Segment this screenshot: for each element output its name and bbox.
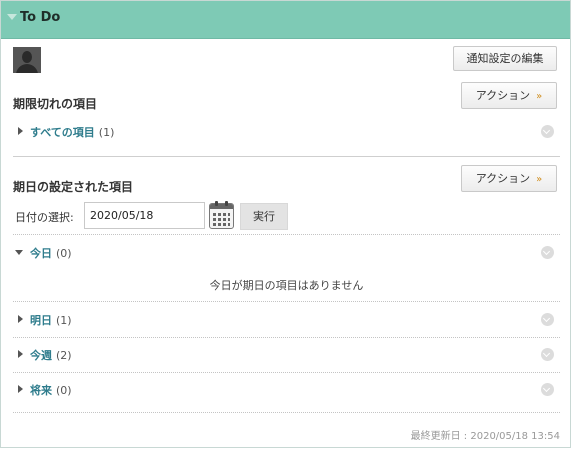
date-select-label: 日付の選択: bbox=[15, 211, 74, 224]
group-future-link[interactable]: 将来 (0) bbox=[30, 382, 72, 398]
due-section-title: 期日の設定された項目 bbox=[13, 180, 134, 194]
date-input[interactable] bbox=[84, 202, 205, 229]
group-tomorrow-count: (1) bbox=[56, 314, 72, 327]
overdue-action-button[interactable]: アクション » bbox=[461, 82, 557, 109]
caret-right-icon[interactable] bbox=[18, 385, 23, 393]
group-this-week-count: (2) bbox=[56, 349, 72, 362]
action-button-label: アクション bbox=[475, 172, 531, 185]
caret-down-icon[interactable] bbox=[15, 250, 23, 255]
execute-button[interactable]: 実行 bbox=[240, 203, 288, 230]
chevron-down-double-icon: » bbox=[536, 174, 543, 185]
circle-chevron-icon[interactable] bbox=[541, 383, 554, 396]
group-this-week-row[interactable]: 今週 (2) bbox=[13, 339, 560, 369]
last-updated: 最終更新日 : 2020/05/18 13:54 bbox=[410, 431, 560, 442]
caret-right-icon[interactable] bbox=[18, 315, 23, 323]
module-title: To Do bbox=[20, 10, 61, 25]
edit-notification-settings-button[interactable]: 通知設定の編集 bbox=[453, 46, 557, 71]
divider bbox=[13, 301, 560, 302]
caret-right-icon[interactable] bbox=[18, 350, 23, 358]
group-today-row[interactable]: 今日 (0) bbox=[13, 237, 560, 267]
circle-chevron-icon[interactable] bbox=[541, 348, 554, 361]
all-items-count: (1) bbox=[98, 126, 115, 139]
group-today-count: (0) bbox=[56, 247, 72, 260]
divider bbox=[13, 412, 560, 413]
all-items-row[interactable]: すべての項目 (1) bbox=[13, 116, 560, 146]
collapse-triangle-icon[interactable] bbox=[7, 14, 17, 20]
group-tomorrow-link[interactable]: 明日 (1) bbox=[30, 312, 72, 328]
avatar-icon bbox=[13, 47, 41, 73]
group-this-week-link[interactable]: 今週 (2) bbox=[30, 347, 72, 363]
divider bbox=[13, 234, 560, 235]
due-action-button[interactable]: アクション » bbox=[461, 165, 557, 192]
divider bbox=[13, 337, 560, 338]
circle-chevron-icon[interactable] bbox=[541, 246, 554, 259]
action-button-label: アクション bbox=[475, 89, 531, 102]
todo-module: To Do 通知設定の編集 期限切れの項目 アクション » すべての項目 (1) 期… bbox=[0, 0, 571, 448]
section-divider bbox=[13, 156, 560, 157]
group-tomorrow-row[interactable]: 明日 (1) bbox=[13, 304, 560, 334]
group-future-count: (0) bbox=[56, 384, 72, 397]
all-items-link[interactable]: すべての項目 (1) bbox=[30, 124, 114, 140]
circle-chevron-icon[interactable] bbox=[541, 313, 554, 326]
divider bbox=[13, 372, 560, 373]
group-today-link[interactable]: 今日 (0) bbox=[30, 245, 72, 261]
caret-right-icon[interactable] bbox=[18, 127, 23, 135]
circle-chevron-icon[interactable] bbox=[541, 125, 554, 138]
module-header[interactable]: To Do bbox=[1, 1, 570, 39]
group-future-row[interactable]: 将来 (0) bbox=[13, 374, 560, 404]
overdue-section-title: 期限切れの項目 bbox=[13, 97, 98, 111]
calendar-icon[interactable] bbox=[209, 201, 234, 229]
today-empty-message: 今日が期日の項目はありません bbox=[209, 279, 364, 292]
chevron-down-double-icon: » bbox=[536, 91, 543, 102]
